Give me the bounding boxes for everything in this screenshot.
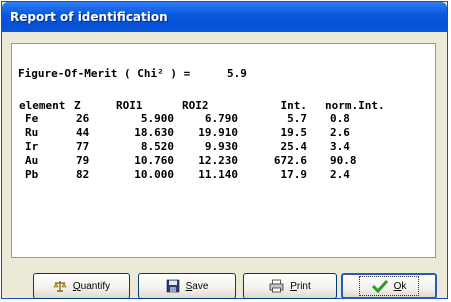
cell-z: 44 xyxy=(76,126,90,139)
cell-norm-int: 90.8 xyxy=(330,154,357,167)
checkmark-icon xyxy=(371,279,388,293)
quantify-mnemonic: Q xyxy=(72,280,81,292)
cell-element: Au xyxy=(25,154,39,167)
cell-z: 82 xyxy=(76,168,90,181)
cell-roi2: 6.790 xyxy=(204,112,238,125)
cell-z: 79 xyxy=(76,154,90,167)
dialog-body: Figure-Of-Merit ( Chi² ) = 5.9 element Z… xyxy=(5,32,444,299)
cell-int: 5.7 xyxy=(287,112,307,125)
cell-z: 77 xyxy=(76,140,90,153)
save-label: ave xyxy=(192,280,209,292)
report-text-area[interactable]: Figure-Of-Merit ( Chi² ) = 5.9 element Z… xyxy=(11,43,436,258)
print-mnemonic: P xyxy=(290,280,297,292)
print-label: rint xyxy=(296,280,311,292)
column-header-norm-int: norm.Int. xyxy=(325,99,385,112)
column-header-element: element xyxy=(19,99,66,112)
figure-of-merit-label: Figure-Of-Merit ( Chi² ) = xyxy=(18,67,191,80)
cell-int: 672.6 xyxy=(273,154,307,167)
quantify-button[interactable]: Quantify xyxy=(33,273,130,299)
printer-icon xyxy=(269,279,284,293)
cell-element: Ru xyxy=(25,126,39,139)
quantify-label: uantify xyxy=(80,280,111,292)
column-header-roi2: ROI2 xyxy=(182,99,209,112)
cell-roi2: 9.930 xyxy=(204,140,238,153)
cell-roi1: 10.000 xyxy=(134,168,174,181)
cell-int: 19.5 xyxy=(280,126,308,139)
column-header-int: Int. xyxy=(280,99,308,112)
title-bar[interactable]: Report of identification xyxy=(2,2,447,32)
cell-norm-int: 2.6 xyxy=(330,126,350,139)
print-button[interactable]: Print xyxy=(243,273,337,299)
column-header-roi1: ROI1 xyxy=(116,99,143,112)
cell-norm-int: 0.8 xyxy=(330,112,350,125)
cell-element: Fe xyxy=(25,112,39,125)
ok-button[interactable]: Ok xyxy=(341,273,437,299)
cell-roi1: 5.900 xyxy=(140,112,174,125)
cell-roi1: 8.520 xyxy=(140,140,174,153)
window-title: Report of identification xyxy=(10,10,168,24)
cell-element: Pb xyxy=(25,168,39,181)
save-button[interactable]: Save xyxy=(138,273,236,299)
report-dialog: Report of identification Figure-Of-Merit… xyxy=(1,1,448,299)
cell-roi1: 18.630 xyxy=(134,126,174,139)
cell-roi1: 10.760 xyxy=(134,154,174,167)
cell-roi2: 19.910 xyxy=(198,126,238,139)
column-header-z: Z xyxy=(74,99,81,112)
cell-roi2: 11.140 xyxy=(198,168,238,181)
floppy-disk-icon xyxy=(166,279,180,293)
cell-norm-int: 3.4 xyxy=(330,140,350,153)
cell-element: Ir xyxy=(25,140,39,153)
cell-roi2: 12.230 xyxy=(198,154,238,167)
scale-icon xyxy=(53,279,67,293)
save-mnemonic: S xyxy=(185,280,193,292)
figure-of-merit-value: 5.9 xyxy=(227,67,247,80)
cell-z: 26 xyxy=(76,112,90,125)
cell-norm-int: 2.4 xyxy=(330,168,350,181)
ok-mnemonic: O xyxy=(393,280,402,292)
cell-int: 25.4 xyxy=(280,140,308,153)
ok-label: k xyxy=(401,280,407,292)
cell-int: 17.9 xyxy=(280,168,308,181)
ok-focus-rect: Ok xyxy=(358,276,420,296)
